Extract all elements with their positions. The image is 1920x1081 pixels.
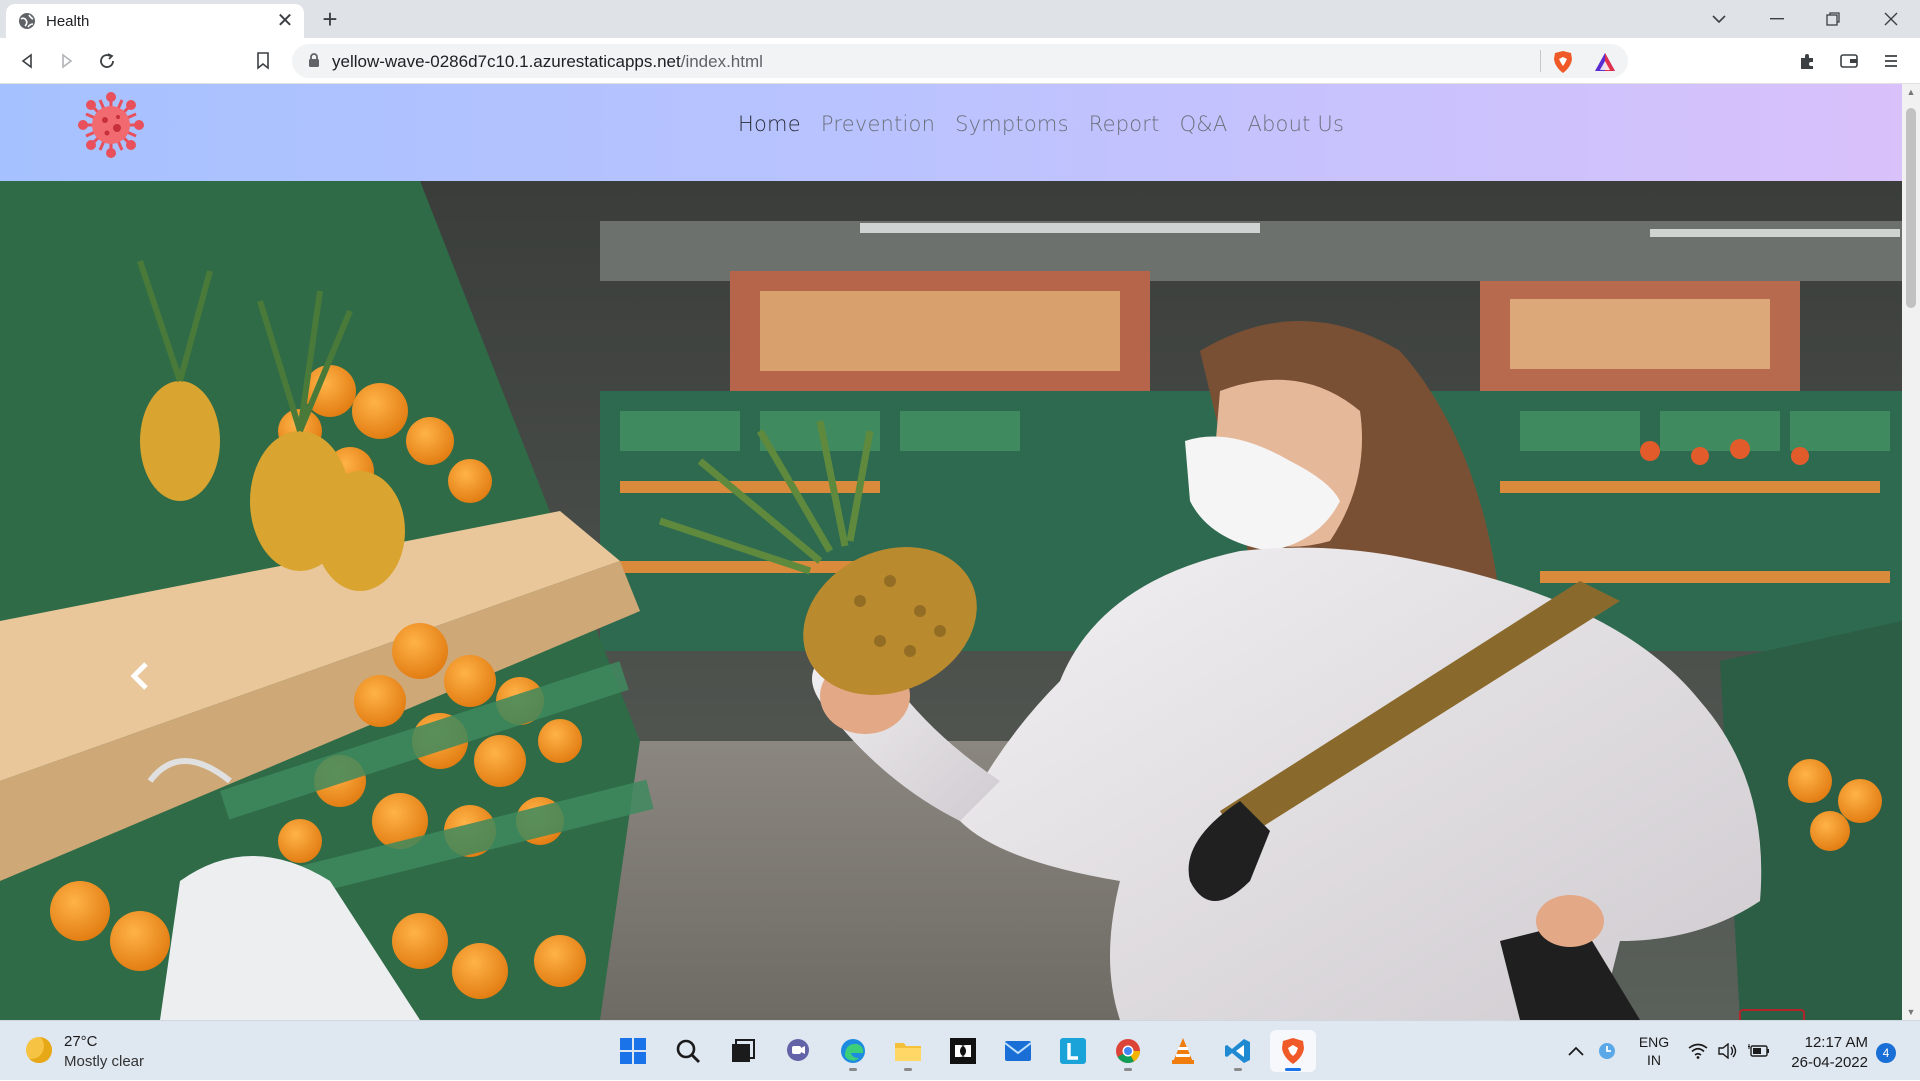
page-viewport: Home Prevention Symptoms Report Q&A Abou… bbox=[0, 84, 1902, 1020]
scroll-up-arrow-icon[interactable]: ▲ bbox=[1902, 84, 1920, 100]
brave-rewards-icon[interactable] bbox=[1594, 52, 1616, 72]
nav-link-prevention[interactable]: Prevention bbox=[811, 112, 945, 136]
mail-icon[interactable] bbox=[995, 1030, 1041, 1072]
close-window-icon[interactable] bbox=[1868, 4, 1914, 34]
hero-carousel bbox=[0, 181, 1902, 1020]
brave-browser-icon[interactable] bbox=[1270, 1030, 1316, 1072]
browser-tab-health[interactable]: Health ✕ bbox=[6, 4, 304, 38]
menu-icon[interactable] bbox=[1876, 46, 1906, 76]
lang-primary: ENG bbox=[1638, 1034, 1670, 1050]
notification-count-badge[interactable]: 4 bbox=[1876, 1043, 1896, 1063]
reload-icon[interactable] bbox=[92, 46, 122, 76]
taskbar-apps bbox=[610, 1030, 1316, 1072]
tray-chevron-up-icon[interactable] bbox=[1568, 1021, 1584, 1081]
back-icon[interactable] bbox=[12, 46, 42, 76]
running-indicator bbox=[849, 1068, 857, 1071]
new-tab-icon[interactable]: + bbox=[316, 6, 344, 34]
browser-tab-strip: Health ✕ + bbox=[0, 0, 1920, 38]
nav-link-home[interactable]: Home bbox=[728, 112, 811, 136]
forward-icon[interactable] bbox=[52, 46, 82, 76]
running-indicator bbox=[904, 1068, 912, 1071]
restore-icon[interactable] bbox=[1810, 4, 1856, 34]
close-tab-icon[interactable]: ✕ bbox=[274, 10, 296, 32]
nav-link-about-us[interactable]: About Us bbox=[1237, 112, 1354, 136]
clock-date: 26-04-2022 bbox=[1791, 1054, 1868, 1071]
running-indicator bbox=[1124, 1068, 1132, 1071]
nav-link-symptoms[interactable]: Symptoms bbox=[945, 112, 1079, 136]
weather-description[interactable]: Mostly clear bbox=[64, 1053, 144, 1070]
teams-chat-icon[interactable] bbox=[775, 1030, 821, 1072]
bookmark-icon[interactable] bbox=[248, 46, 278, 76]
nav-link-qa[interactable]: Q&A bbox=[1170, 112, 1238, 136]
lang-region: IN bbox=[1647, 1052, 1661, 1068]
url-host: yellow-wave-0286d7c10.1.azurestaticapps.… bbox=[332, 52, 681, 71]
clock-time: 12:17 AM bbox=[1804, 1034, 1868, 1051]
running-indicator bbox=[1285, 1068, 1301, 1071]
url-text: yellow-wave-0286d7c10.1.azurestaticapps.… bbox=[332, 52, 763, 72]
carousel-prev-chevron-left-icon[interactable] bbox=[128, 661, 160, 705]
onedrive-clock-icon[interactable] bbox=[1598, 1021, 1616, 1081]
weather-moon-icon[interactable] bbox=[26, 1037, 52, 1063]
browser-toolbar: yellow-wave-0286d7c10.1.azurestaticapps.… bbox=[0, 38, 1920, 84]
site-navbar: Home Prevention Symptoms Report Q&A Abou… bbox=[0, 84, 1902, 181]
libby-l-icon[interactable] bbox=[1050, 1030, 1096, 1072]
input-language-indicator[interactable]: ENG IN bbox=[1636, 1021, 1672, 1081]
running-indicator bbox=[1234, 1068, 1242, 1071]
vscode-icon[interactable] bbox=[1215, 1030, 1261, 1072]
wallet-icon[interactable] bbox=[1834, 46, 1864, 76]
search-icon[interactable] bbox=[665, 1030, 711, 1072]
task-view-icon[interactable] bbox=[720, 1030, 766, 1072]
dolby-access-icon[interactable] bbox=[940, 1030, 986, 1072]
tab-search-chevron-icon[interactable] bbox=[1696, 4, 1742, 34]
battery-charging-icon[interactable] bbox=[1748, 1021, 1770, 1081]
site-nav-links: Home Prevention Symptoms Report Q&A Abou… bbox=[728, 112, 1354, 136]
scroll-down-arrow-icon[interactable]: ▼ bbox=[1902, 1004, 1920, 1020]
chrome-icon[interactable] bbox=[1105, 1030, 1151, 1072]
windows-taskbar: 27°C Mostly clear ENG IN 12:17 AM 26-04-… bbox=[0, 1020, 1920, 1080]
extensions-icon[interactable] bbox=[1792, 46, 1822, 76]
minimize-icon[interactable] bbox=[1754, 4, 1800, 34]
address-bar[interactable]: yellow-wave-0286d7c10.1.azurestaticapps.… bbox=[292, 44, 1628, 78]
file-explorer-icon[interactable] bbox=[885, 1030, 931, 1072]
tab-title: Health bbox=[46, 13, 90, 30]
hero-photo bbox=[0, 181, 1902, 1020]
volume-icon[interactable] bbox=[1718, 1021, 1738, 1081]
url-path: /index.html bbox=[680, 52, 763, 71]
back-to-top-button[interactable] bbox=[1739, 1009, 1805, 1020]
wifi-icon[interactable] bbox=[1688, 1021, 1708, 1081]
brave-shields-icon[interactable] bbox=[1552, 50, 1574, 74]
weather-temperature[interactable]: 27°C bbox=[64, 1033, 98, 1050]
omnibox-divider bbox=[1540, 50, 1541, 72]
system-clock[interactable]: 12:17 AM 26-04-2022 bbox=[1784, 1033, 1868, 1073]
virus-logo-icon[interactable] bbox=[78, 92, 144, 158]
scrollbar-thumb[interactable] bbox=[1906, 108, 1916, 308]
page-scrollbar[interactable]: ▲ ▼ bbox=[1902, 84, 1920, 1020]
nav-link-report[interactable]: Report bbox=[1079, 112, 1170, 136]
start-windows-icon[interactable] bbox=[610, 1030, 656, 1072]
lock-icon bbox=[309, 53, 319, 67]
edge-icon[interactable] bbox=[830, 1030, 876, 1072]
vlc-icon[interactable] bbox=[1160, 1030, 1206, 1072]
globe-icon bbox=[19, 13, 35, 29]
